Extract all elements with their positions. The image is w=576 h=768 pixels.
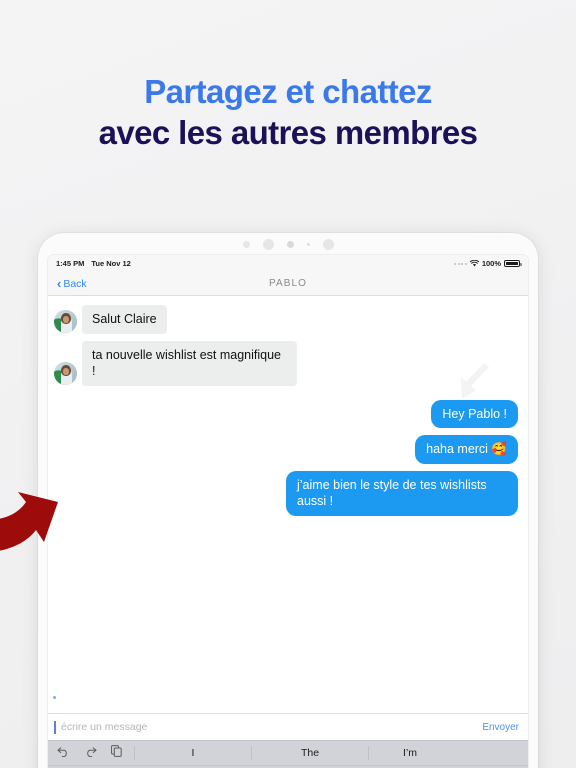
message-row: ta nouvelle wishlist est magnifique ! [54,340,518,386]
headline-line-2: avec les autres membres [98,114,478,151]
message-bubble-outgoing[interactable]: haha merci 🥰 [415,435,518,464]
page-title: Partagez et chattez avec les autres memb… [0,72,576,154]
message-bubble-incoming[interactable]: Salut Claire [82,305,167,334]
battery-full-icon [504,259,522,268]
send-button[interactable]: Envoyer [482,722,519,733]
tablet-device-mockup: 1:45 PM Tue Nov 12 100% ‹ Back PABLO Sal… [38,233,538,768]
sensor-dot [322,238,334,250]
signal-dots-icon [454,262,467,265]
ghost-cursor-arrow-icon [459,362,493,404]
keyboard-suggestions: I The I’m [134,746,519,760]
conversation-thread[interactable]: Salut Claire ta nouvelle wishlist est ma… [48,296,528,713]
undo-icon[interactable] [57,744,70,762]
sensor-dot [306,242,310,246]
message-input[interactable]: écrire un message [61,721,482,733]
avatar[interactable] [54,361,77,385]
message-bubble-incoming[interactable]: ta nouvelle wishlist est magnifique ! [82,340,297,386]
suggestion-chip[interactable]: I [134,746,252,760]
on-screen-keyboard: I The I’m 1Q 2W 3E 4R 5T 6Y 7U 8I 9O 0P [48,740,528,768]
keyboard-toolbar: I The I’m [48,741,528,766]
avatar[interactable] [54,309,77,333]
device-screen: 1:45 PM Tue Nov 12 100% ‹ Back PABLO Sal… [48,255,528,768]
suggestion-chip[interactable]: The [252,746,369,760]
paste-icon[interactable] [111,744,122,762]
message-row: Salut Claire [54,305,518,334]
redo-icon[interactable] [84,744,97,762]
conversation-title: PABLO [268,278,308,289]
suggestion-chip[interactable]: I’m [369,746,519,760]
device-sensor-array [38,233,538,255]
sensor-dot [242,240,250,248]
sensor-dot [286,240,294,248]
status-bar: 1:45 PM Tue Nov 12 100% [48,255,528,272]
text-caret [54,720,56,734]
message-row: haha merci 🥰 [54,435,518,464]
wifi-icon [469,260,479,267]
battery-percent-label: 100% [481,259,501,268]
message-bubble-outgoing[interactable]: j’aime bien le style de tes wishlists au… [286,470,518,516]
front-camera [262,238,274,250]
red-curved-arrow-icon [0,458,96,568]
message-row: j’aime bien le style de tes wishlists au… [54,470,518,516]
status-time: 1:45 PM [56,259,85,268]
message-composer: écrire un message Envoyer [48,713,528,740]
thread-marker-dot [53,696,56,699]
navigation-bar: ‹ Back PABLO [48,272,528,296]
status-date: Tue Nov 12 [91,259,131,268]
message-row: Hey Pablo ! [54,399,518,428]
headline-line-1: Partagez et chattez [144,73,432,110]
